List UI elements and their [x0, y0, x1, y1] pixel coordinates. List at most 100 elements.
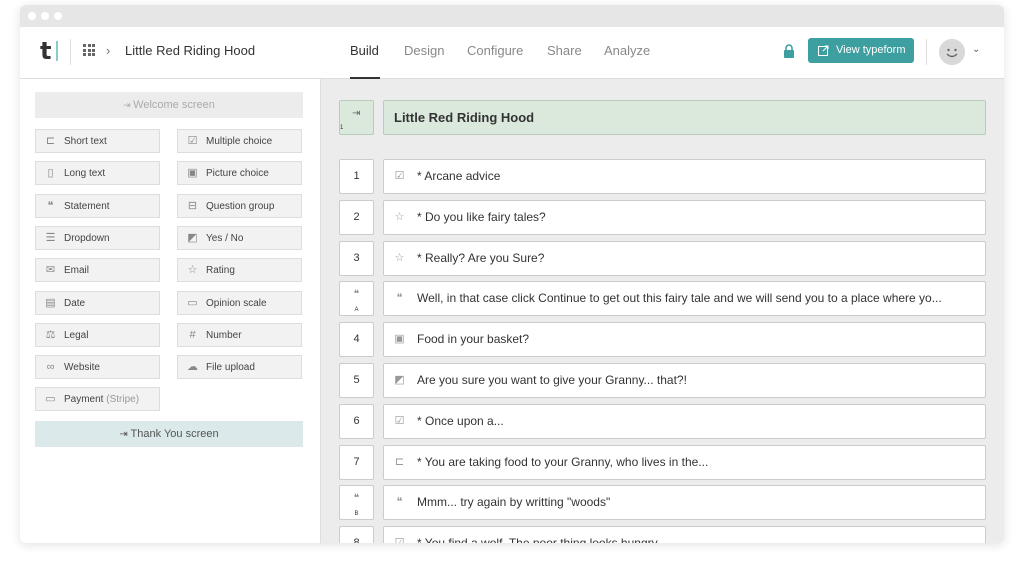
apps-grid-icon[interactable] — [83, 44, 95, 56]
qtype-payment[interactable]: ▭ Payment (Stripe) — [35, 387, 160, 411]
quote-icon: ❝ — [396, 496, 403, 509]
tab-configure[interactable]: Configure — [467, 43, 523, 58]
tab-share[interactable]: Share — [547, 43, 582, 58]
question-number-box[interactable]: 1 — [339, 159, 374, 194]
thank-you-icon: ⇥ — [119, 429, 131, 440]
upload-icon: ☁ — [187, 361, 198, 374]
qtype-payment-suffix: (Stripe) — [106, 394, 140, 405]
welcome-screen-label: Welcome screen — [133, 99, 215, 111]
question-number-box[interactable]: 2 — [339, 199, 374, 235]
welcome-screen-icon: ⇥ — [123, 100, 134, 110]
question-card[interactable]: ☆ * Really? Are you Sure? — [383, 240, 986, 276]
short-text-icon: ⊏ — [45, 135, 56, 147]
link-icon: ∞ — [46, 361, 55, 374]
qtype-yes-no[interactable]: ◩ Yes / No — [177, 225, 302, 250]
multiple-choice-icon: ☑ — [393, 537, 406, 543]
question-card[interactable]: ☆ * Do you like fairy tales? — [383, 199, 986, 235]
header-divider-right — [926, 39, 927, 65]
header-divider — [70, 39, 71, 65]
question-number-box[interactable]: 5 — [339, 363, 374, 398]
qtype-opinion-scale[interactable]: ▭ Opinion scale — [177, 290, 302, 315]
qtype-payment-label: Payment — [64, 394, 104, 405]
question-text: * You find a wolf. The poor thing looks … — [417, 536, 660, 543]
question-card[interactable]: ☑ * Arcane advice — [383, 159, 986, 194]
qtype-label: Multiple choice — [206, 136, 273, 147]
question-number-box[interactable]: 7 — [339, 444, 374, 480]
question-card[interactable]: ◩ Are you sure you want to give your Gran… — [383, 363, 986, 398]
star-icon: ☆ — [187, 264, 198, 277]
question-text: Are you sure you want to give your Grann… — [417, 373, 687, 387]
app-header: t › Little Red Riding Hood Build Design … — [20, 27, 1004, 79]
question-text: * Do you like fairy tales? — [417, 209, 546, 224]
multiple-choice-icon: ☑ — [187, 135, 198, 147]
qtype-number[interactable]: # Number — [177, 322, 302, 347]
question-card[interactable]: ❝ Well, in that case click Continue to ge… — [383, 281, 986, 317]
picture-choice-icon: ▣ — [187, 167, 198, 180]
question-number-box[interactable]: 8 — [339, 526, 374, 543]
welcome-screen-card[interactable]: Little Red Riding Hood — [383, 100, 986, 135]
question-card[interactable]: ☑ * Once upon a... — [383, 403, 986, 439]
thank-you-screen-button[interactable]: ⇥ Thank You screen — [35, 421, 303, 447]
question-types-sidebar: ⇥ Welcome screen ⊏ Short text ☑ Multiple ch… — [20, 79, 321, 543]
qtype-long-text[interactable]: ▯ Long text — [35, 161, 160, 186]
question-card[interactable]: ☑ * You find a wolf. The poor thing looks… — [383, 526, 986, 543]
question-number-box[interactable]: 6 — [339, 403, 374, 439]
qtype-dropdown[interactable]: ☰ Dropdown — [35, 225, 160, 250]
lock-icon[interactable] — [783, 44, 795, 58]
dropdown-icon: ☰ — [45, 231, 56, 244]
question-card[interactable]: ❝ Mmm... try again by writting "woods" — [383, 485, 986, 521]
question-card[interactable]: ⊏ * You are taking food to your Granny, w… — [383, 444, 986, 480]
qtype-label: Rating — [206, 265, 235, 277]
typeform-logo[interactable]: t — [40, 37, 51, 65]
window-dot-maximize[interactable] — [54, 12, 62, 20]
qtype-question-group[interactable]: ⊟ Question group — [177, 193, 302, 218]
qtype-label: Dropdown — [64, 232, 110, 244]
qtype-website[interactable]: ∞ Website — [35, 355, 160, 380]
avatar[interactable] — [939, 39, 965, 65]
qtype-rating[interactable]: ☆ Rating — [177, 258, 302, 283]
qtype-legal[interactable]: ⚖ Legal — [35, 322, 160, 347]
window-dot-minimize[interactable] — [41, 12, 49, 20]
view-typeform-button[interactable]: View typeform — [808, 38, 914, 63]
qtype-multiple-choice[interactable]: ☑ Multiple choice — [177, 129, 302, 153]
qtype-label: Statement — [64, 200, 110, 212]
question-card[interactable]: ▣ Food in your basket? — [383, 322, 986, 358]
tab-design[interactable]: Design — [404, 43, 444, 58]
tab-build[interactable]: Build — [350, 43, 379, 58]
welcome-number-box[interactable]: ⇥ 1 — [339, 100, 374, 135]
qtype-label: Question group — [206, 200, 275, 212]
logo-cursor-bar — [56, 41, 58, 61]
question-number-box[interactable]: ❝ B — [339, 485, 374, 521]
qtype-label: Website — [64, 362, 100, 374]
yes-no-icon: ◩ — [187, 231, 198, 244]
question-number-box[interactable]: 3 — [339, 240, 374, 276]
welcome-screen-button[interactable]: ⇥ Welcome screen — [35, 92, 303, 118]
qtype-date[interactable]: ▤ Date — [35, 290, 160, 315]
thank-you-label: Thank You screen — [130, 428, 219, 440]
view-typeform-label: View typeform — [836, 44, 906, 56]
welcome-number: 1 — [340, 125, 344, 131]
chevron-down-icon[interactable]: ⌄ — [972, 44, 980, 55]
qtype-email[interactable]: ✉ Email — [35, 258, 160, 283]
qtype-file-upload[interactable]: ☁ File upload — [177, 355, 302, 380]
form-title[interactable]: Little Red Riding Hood — [125, 43, 255, 58]
window-dot-close[interactable] — [28, 12, 36, 20]
question-number: 1 — [353, 170, 360, 182]
qtype-statement[interactable]: ❝ Statement — [35, 193, 160, 218]
qtype-label: Number — [206, 329, 242, 341]
question-number: 4 — [353, 333, 360, 346]
tab-analyze[interactable]: Analyze — [604, 43, 650, 58]
question-group-icon: ⊟ — [187, 199, 198, 212]
browser-titlebar — [20, 5, 1004, 27]
star-icon: ☆ — [394, 210, 405, 223]
question-number: 8 — [353, 537, 359, 543]
picture-choice-icon: ▣ — [394, 333, 405, 346]
question-number-box[interactable]: 4 — [339, 322, 374, 358]
question-number-box[interactable]: ❝ A — [339, 281, 374, 317]
question-text: Well, in that case click Continue to get… — [417, 291, 942, 306]
qtype-picture-choice[interactable]: ▣ Picture choice — [177, 161, 302, 186]
qtype-short-text[interactable]: ⊏ Short text — [35, 129, 160, 153]
question-text: Mmm... try again by writting "woods" — [417, 495, 611, 510]
question-number: 7 — [353, 455, 360, 468]
question-sub-label: B — [354, 511, 359, 518]
